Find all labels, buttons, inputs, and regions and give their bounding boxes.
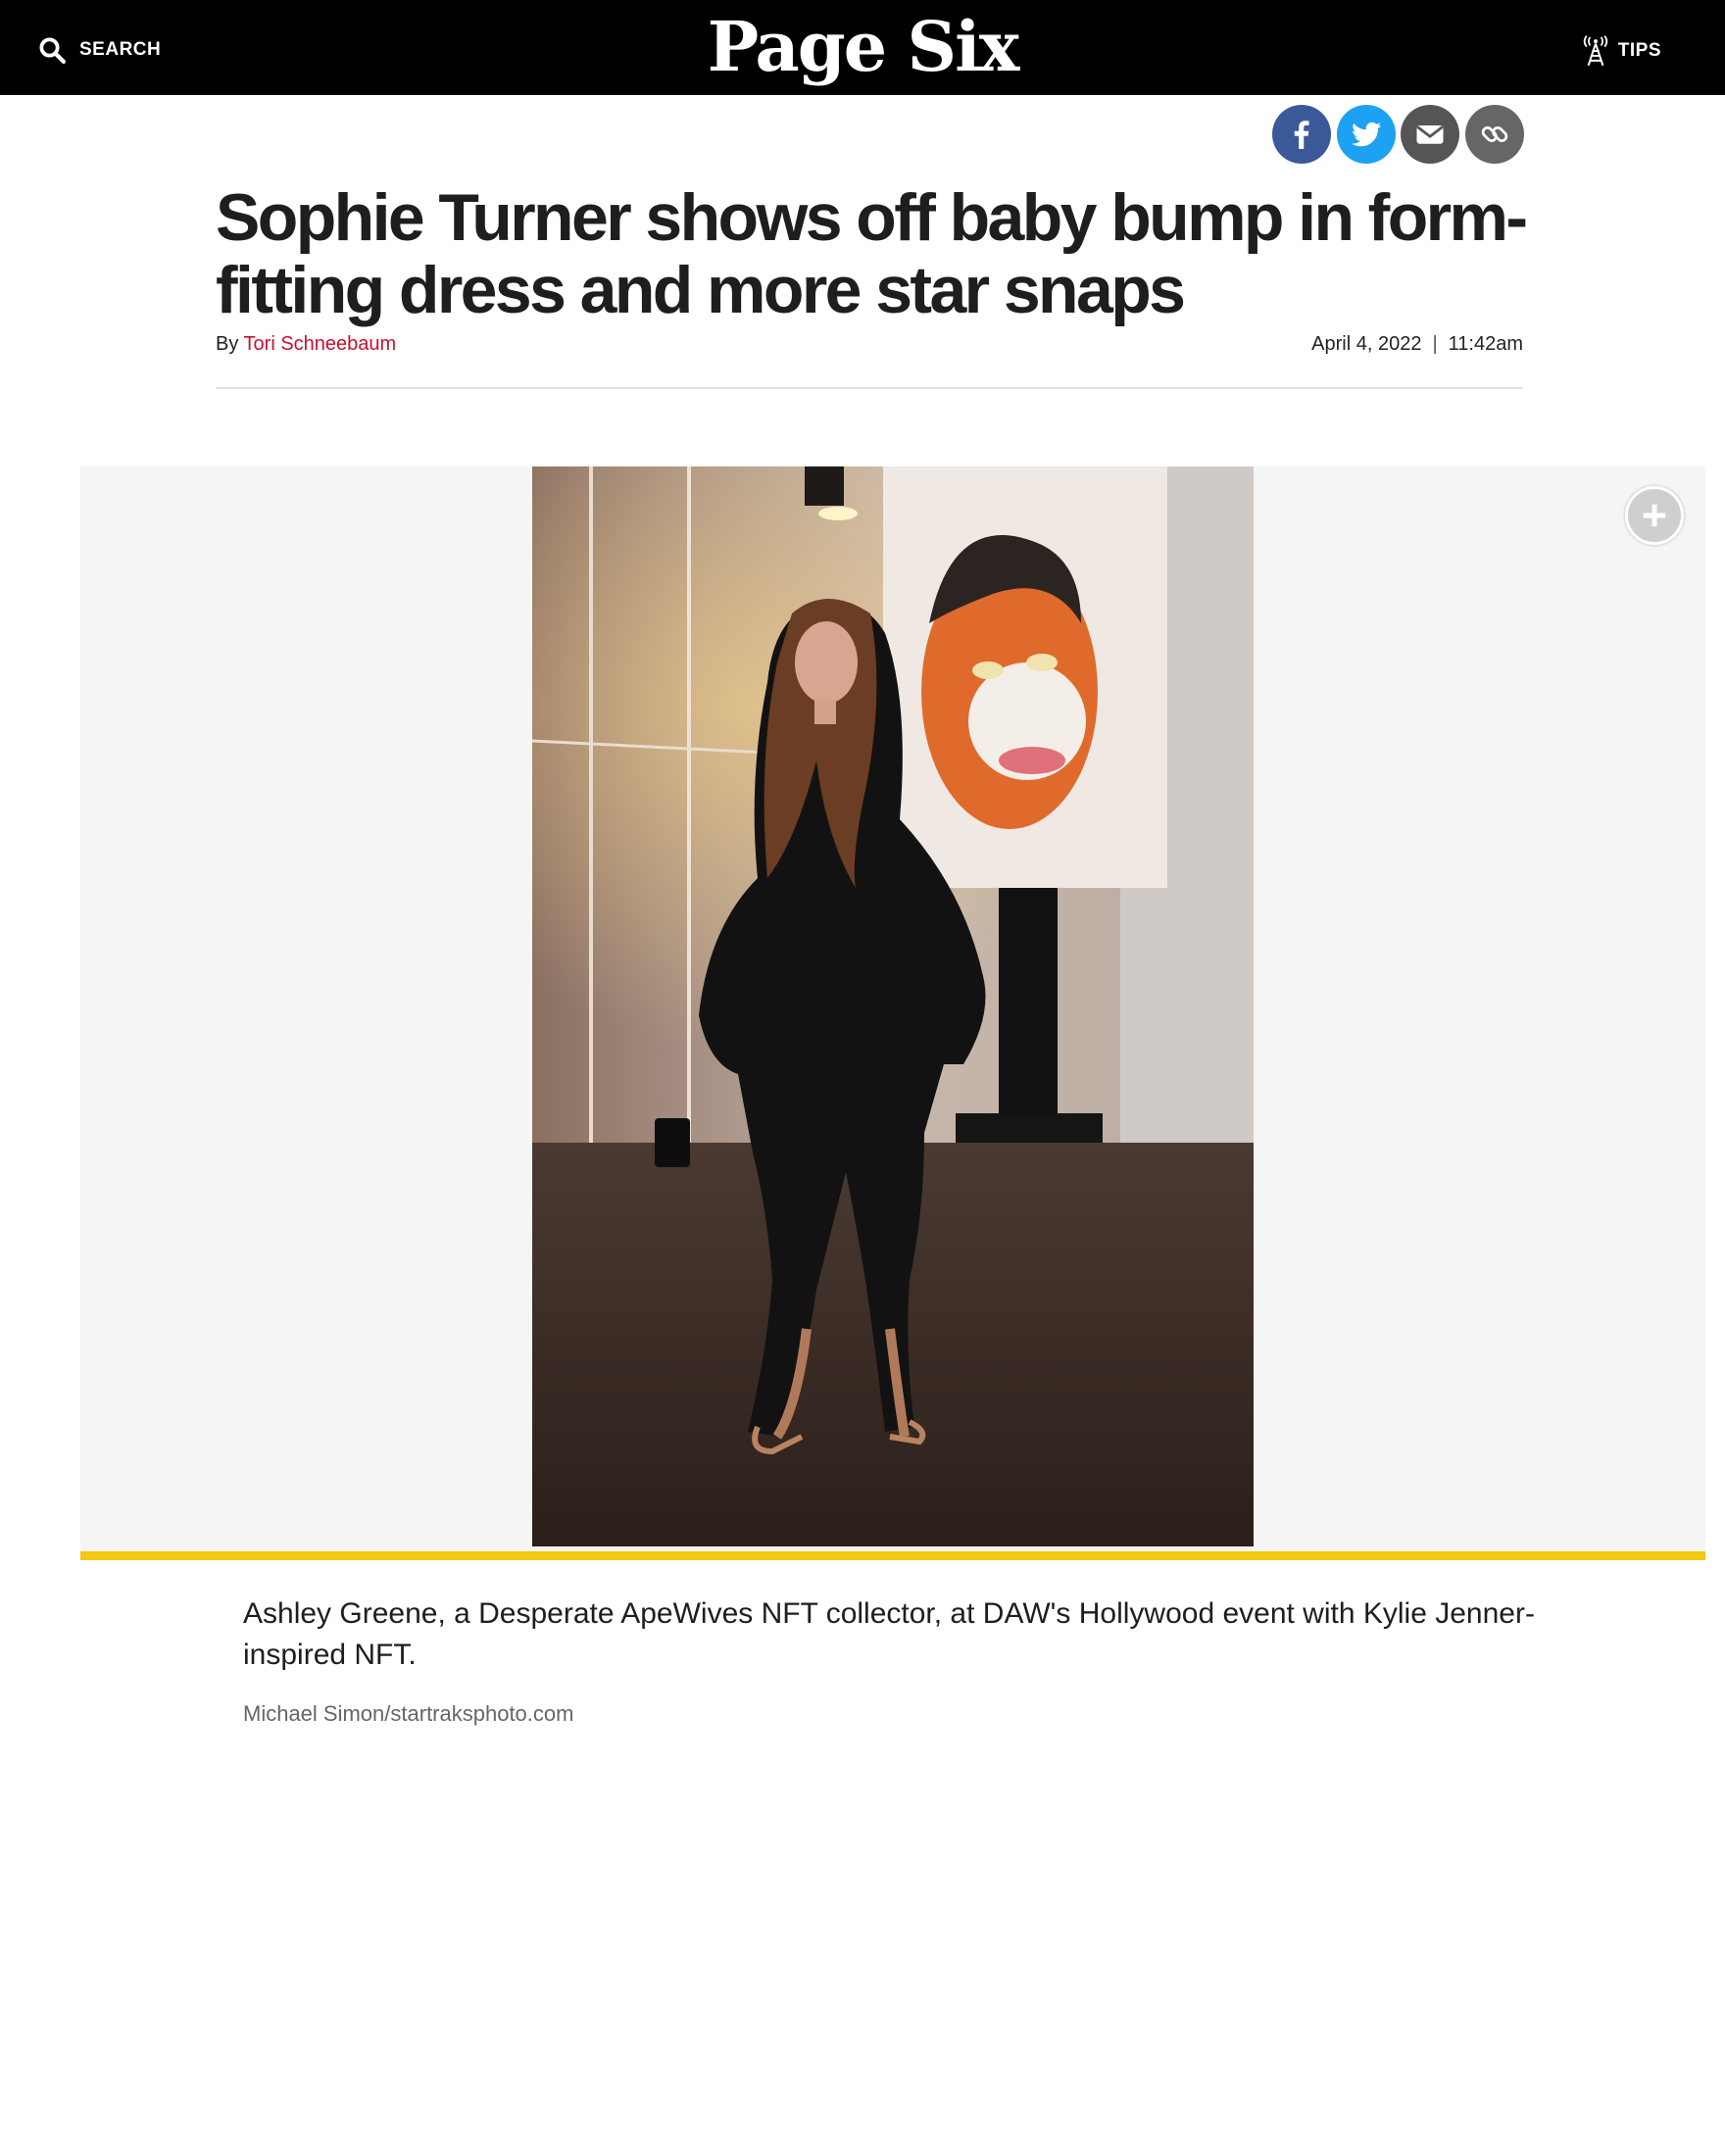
antenna-icon <box>1583 35 1608 67</box>
twitter-icon <box>1351 122 1381 147</box>
photo-caption: Ashley Greene, a Desperate ApeWives NFT … <box>243 1597 1535 1671</box>
email-icon <box>1416 125 1444 144</box>
photo-gallery <box>80 466 1705 1560</box>
tips-button[interactable]: TIPS <box>1581 35 1661 67</box>
site-logo[interactable]: Page Six <box>0 6 1725 88</box>
email-share-button[interactable] <box>1401 105 1459 164</box>
byline: By Tori Schneebaum <box>216 333 396 356</box>
header-divider <box>216 387 1523 389</box>
publish-date: April 4, 2022 | 11:42am <box>1311 333 1523 356</box>
copy-link-button[interactable] <box>1464 105 1524 164</box>
tips-label: TIPS <box>1617 40 1661 61</box>
publish-time: 11:42am <box>1448 333 1523 355</box>
link-icon <box>1481 126 1507 142</box>
facebook-share-button[interactable] <box>1272 105 1331 164</box>
photo-credit: Michael Simon/startraksphoto.com <box>243 1701 574 1726</box>
plus-icon <box>1643 504 1666 527</box>
photo-illustration <box>532 466 1254 1546</box>
site-header: SEARCH Page Six TIPS <box>0 0 1725 95</box>
author-link[interactable]: Tori Schneebaum <box>244 333 397 355</box>
expand-gallery-button[interactable] <box>1625 486 1684 545</box>
share-bar <box>1272 105 1529 164</box>
publish-date-text: April 4, 2022 <box>1311 333 1422 355</box>
gallery-accent-bar <box>80 1551 1705 1560</box>
byline-prefix: By <box>216 333 239 355</box>
date-separator: | <box>1432 333 1438 355</box>
gallery-photo[interactable] <box>532 466 1254 1546</box>
facebook-icon <box>1294 121 1309 149</box>
twitter-share-button[interactable] <box>1336 105 1396 164</box>
article-headline: Sophie Turner shows off baby bump in for… <box>216 180 1528 327</box>
